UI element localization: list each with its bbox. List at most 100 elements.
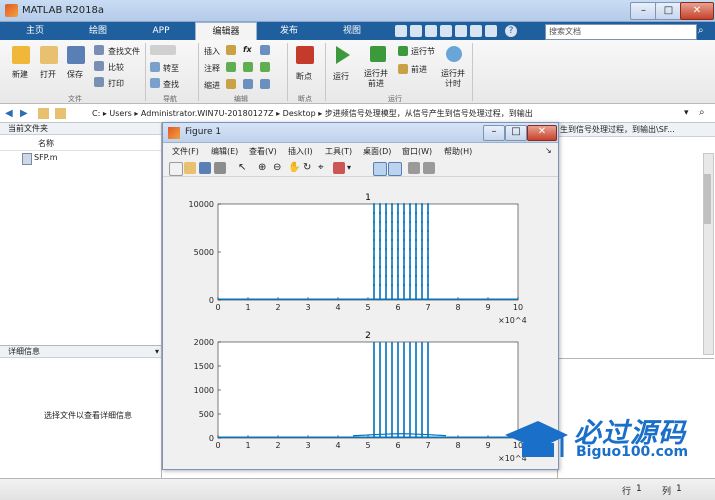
open-file-icon[interactable] [184, 162, 196, 174]
find-button[interactable]: 查找 [163, 79, 179, 90]
hide-plot-tools-icon[interactable] [408, 162, 420, 174]
new-button[interactable]: 新建 [12, 69, 28, 80]
menu-tools[interactable]: 工具(T) [325, 146, 352, 157]
brush-icon[interactable] [333, 162, 345, 174]
dock-arrow-icon[interactable]: ↘ [545, 146, 552, 155]
run-section-button[interactable]: 运行节 [411, 46, 435, 57]
tab-editor[interactable]: 编辑器 [195, 22, 257, 41]
insert-button[interactable]: 插入 [204, 46, 220, 57]
run-icon[interactable] [336, 46, 350, 64]
save-quick-icon[interactable] [395, 25, 407, 37]
switch-windows-icon[interactable] [485, 25, 497, 37]
comment-percent-icon[interactable] [226, 62, 236, 72]
fx-icon[interactable]: fx [243, 45, 252, 54]
plot-area[interactable]: 1 0 1 2 3 4 5 6 7 8 9 10 ×10^4 0 5000 10000 2 0 1 2 3 4 5 6 7 8 9 1… [163, 178, 558, 469]
up-folder-icon[interactable] [38, 108, 49, 119]
brush-dropdown-icon[interactable]: ▾ [347, 162, 359, 174]
breadcrumb[interactable]: C: ▸ Users ▸ Administrator.WIN7U-2018012… [92, 108, 533, 119]
cut-quick-icon[interactable] [410, 25, 422, 37]
find-files-button[interactable]: 查找文件 [108, 46, 140, 57]
redo-icon[interactable] [470, 25, 482, 37]
pointer-icon[interactable]: ↖ [238, 162, 250, 174]
breadcrumb-segment[interactable]: Desktop [283, 109, 316, 118]
figure-title-bar[interactable]: Figure 1 – □ ✕ [163, 123, 558, 143]
breakpoints-icon[interactable] [296, 46, 314, 64]
figure-minimize-button[interactable]: – [483, 125, 505, 141]
figure-close-button[interactable]: ✕ [527, 125, 557, 141]
search-path-icon[interactable]: ⌕ [699, 107, 705, 118]
tab-home[interactable]: 主页 [5, 22, 65, 40]
menu-help[interactable]: 帮助(H) [444, 146, 472, 157]
panel-menu-icon[interactable]: ▾ [155, 347, 159, 356]
breadcrumb-segment[interactable]: Users [109, 109, 131, 118]
indent-button[interactable]: 缩进 [204, 80, 220, 91]
insert-section-icon[interactable] [226, 45, 236, 55]
uncomment-icon[interactable] [243, 62, 253, 72]
scrollbar[interactable] [703, 153, 714, 355]
column-header[interactable]: 名称 [0, 136, 161, 151]
list-item[interactable]: SFP.m [0, 151, 161, 165]
colorbar-icon[interactable] [388, 162, 402, 176]
run-button[interactable]: 运行 [333, 71, 349, 82]
compare-button[interactable]: 比较 [108, 62, 124, 73]
search-box[interactable]: 搜索文档 [545, 24, 697, 40]
link-plot-icon[interactable] [373, 162, 387, 176]
menu-insert[interactable]: 插入(I) [288, 146, 313, 157]
new-icon[interactable] [12, 46, 30, 64]
menu-edit[interactable]: 编辑(E) [211, 146, 238, 157]
increase-indent-icon[interactable] [260, 79, 270, 89]
breadcrumb-segment[interactable]: C: [92, 109, 100, 118]
breadcrumb-segment[interactable]: Administrator.WIN7U-20180127Z [141, 109, 274, 118]
print-figure-icon[interactable] [214, 162, 226, 174]
save-button[interactable]: 保存 [67, 69, 83, 80]
tab-apps[interactable]: APP [131, 22, 191, 40]
tab-view[interactable]: 视图 [322, 22, 382, 40]
breakpoints-button[interactable]: 断点 [296, 71, 312, 82]
smart-indent-icon[interactable] [226, 79, 236, 89]
menu-desktop[interactable]: 桌面(D) [363, 146, 391, 157]
back-arrow-icon[interactable]: ◀ [5, 108, 13, 119]
data-cursor-icon[interactable]: ⌖ [318, 162, 330, 174]
open-button[interactable]: 打开 [40, 69, 56, 80]
new-figure-icon[interactable] [169, 162, 183, 176]
help-icon[interactable]: ? [505, 25, 517, 37]
menu-file[interactable]: 文件(F) [172, 146, 199, 157]
close-button[interactable]: ✕ [680, 2, 714, 20]
menu-view[interactable]: 查看(V) [249, 146, 277, 157]
comment-button[interactable]: 注释 [204, 63, 220, 74]
scrollbar-thumb[interactable] [704, 174, 711, 224]
dropdown-arrow-icon[interactable]: ▾ [684, 108, 689, 118]
save-figure-icon[interactable] [199, 162, 211, 174]
search-icon[interactable]: ⌕ [698, 25, 710, 37]
run-time-icon[interactable] [446, 46, 462, 62]
menu-window[interactable]: 窗口(W) [402, 146, 432, 157]
forward-arrow-icon[interactable]: ▶ [20, 108, 28, 119]
run-time-button[interactable]: 运行并 计时 [441, 69, 465, 89]
goto-button[interactable]: 转至 [163, 63, 179, 74]
zoom-in-icon[interactable]: ⊕ [258, 162, 270, 174]
tab-publish[interactable]: 发布 [259, 22, 319, 40]
copy-quick-icon[interactable] [425, 25, 437, 37]
rotate-3d-icon[interactable]: ↻ [303, 162, 315, 174]
maximize-button[interactable]: □ [655, 2, 682, 20]
save-icon[interactable] [67, 46, 85, 64]
pan-hand-icon[interactable]: ✋ [288, 162, 300, 174]
browse-folder-icon[interactable] [55, 108, 66, 119]
minimize-button[interactable]: – [630, 2, 657, 20]
breadcrumb-segment[interactable]: 步进频信号处理模型，从信号产生到信号处理过程，到输出 [325, 109, 533, 118]
insert-function-icon[interactable] [260, 45, 270, 55]
tab-plots[interactable]: 绘图 [68, 22, 128, 40]
print-button[interactable]: 打印 [108, 78, 124, 89]
show-plot-tools-icon[interactable] [423, 162, 435, 174]
decrease-indent-icon[interactable] [243, 79, 253, 89]
undo-icon[interactable] [455, 25, 467, 37]
figure-maximize-button[interactable]: □ [505, 125, 527, 141]
paste-quick-icon[interactable] [440, 25, 452, 37]
run-advance-button[interactable]: 运行并 前进 [364, 69, 388, 89]
back-forward-nav-icon[interactable] [150, 45, 176, 55]
advance-button[interactable]: 前进 [411, 64, 427, 75]
open-icon[interactable] [40, 46, 58, 64]
run-advance-icon[interactable] [370, 46, 386, 62]
zoom-out-icon[interactable]: ⊖ [273, 162, 285, 174]
wrap-comment-icon[interactable] [260, 62, 270, 72]
